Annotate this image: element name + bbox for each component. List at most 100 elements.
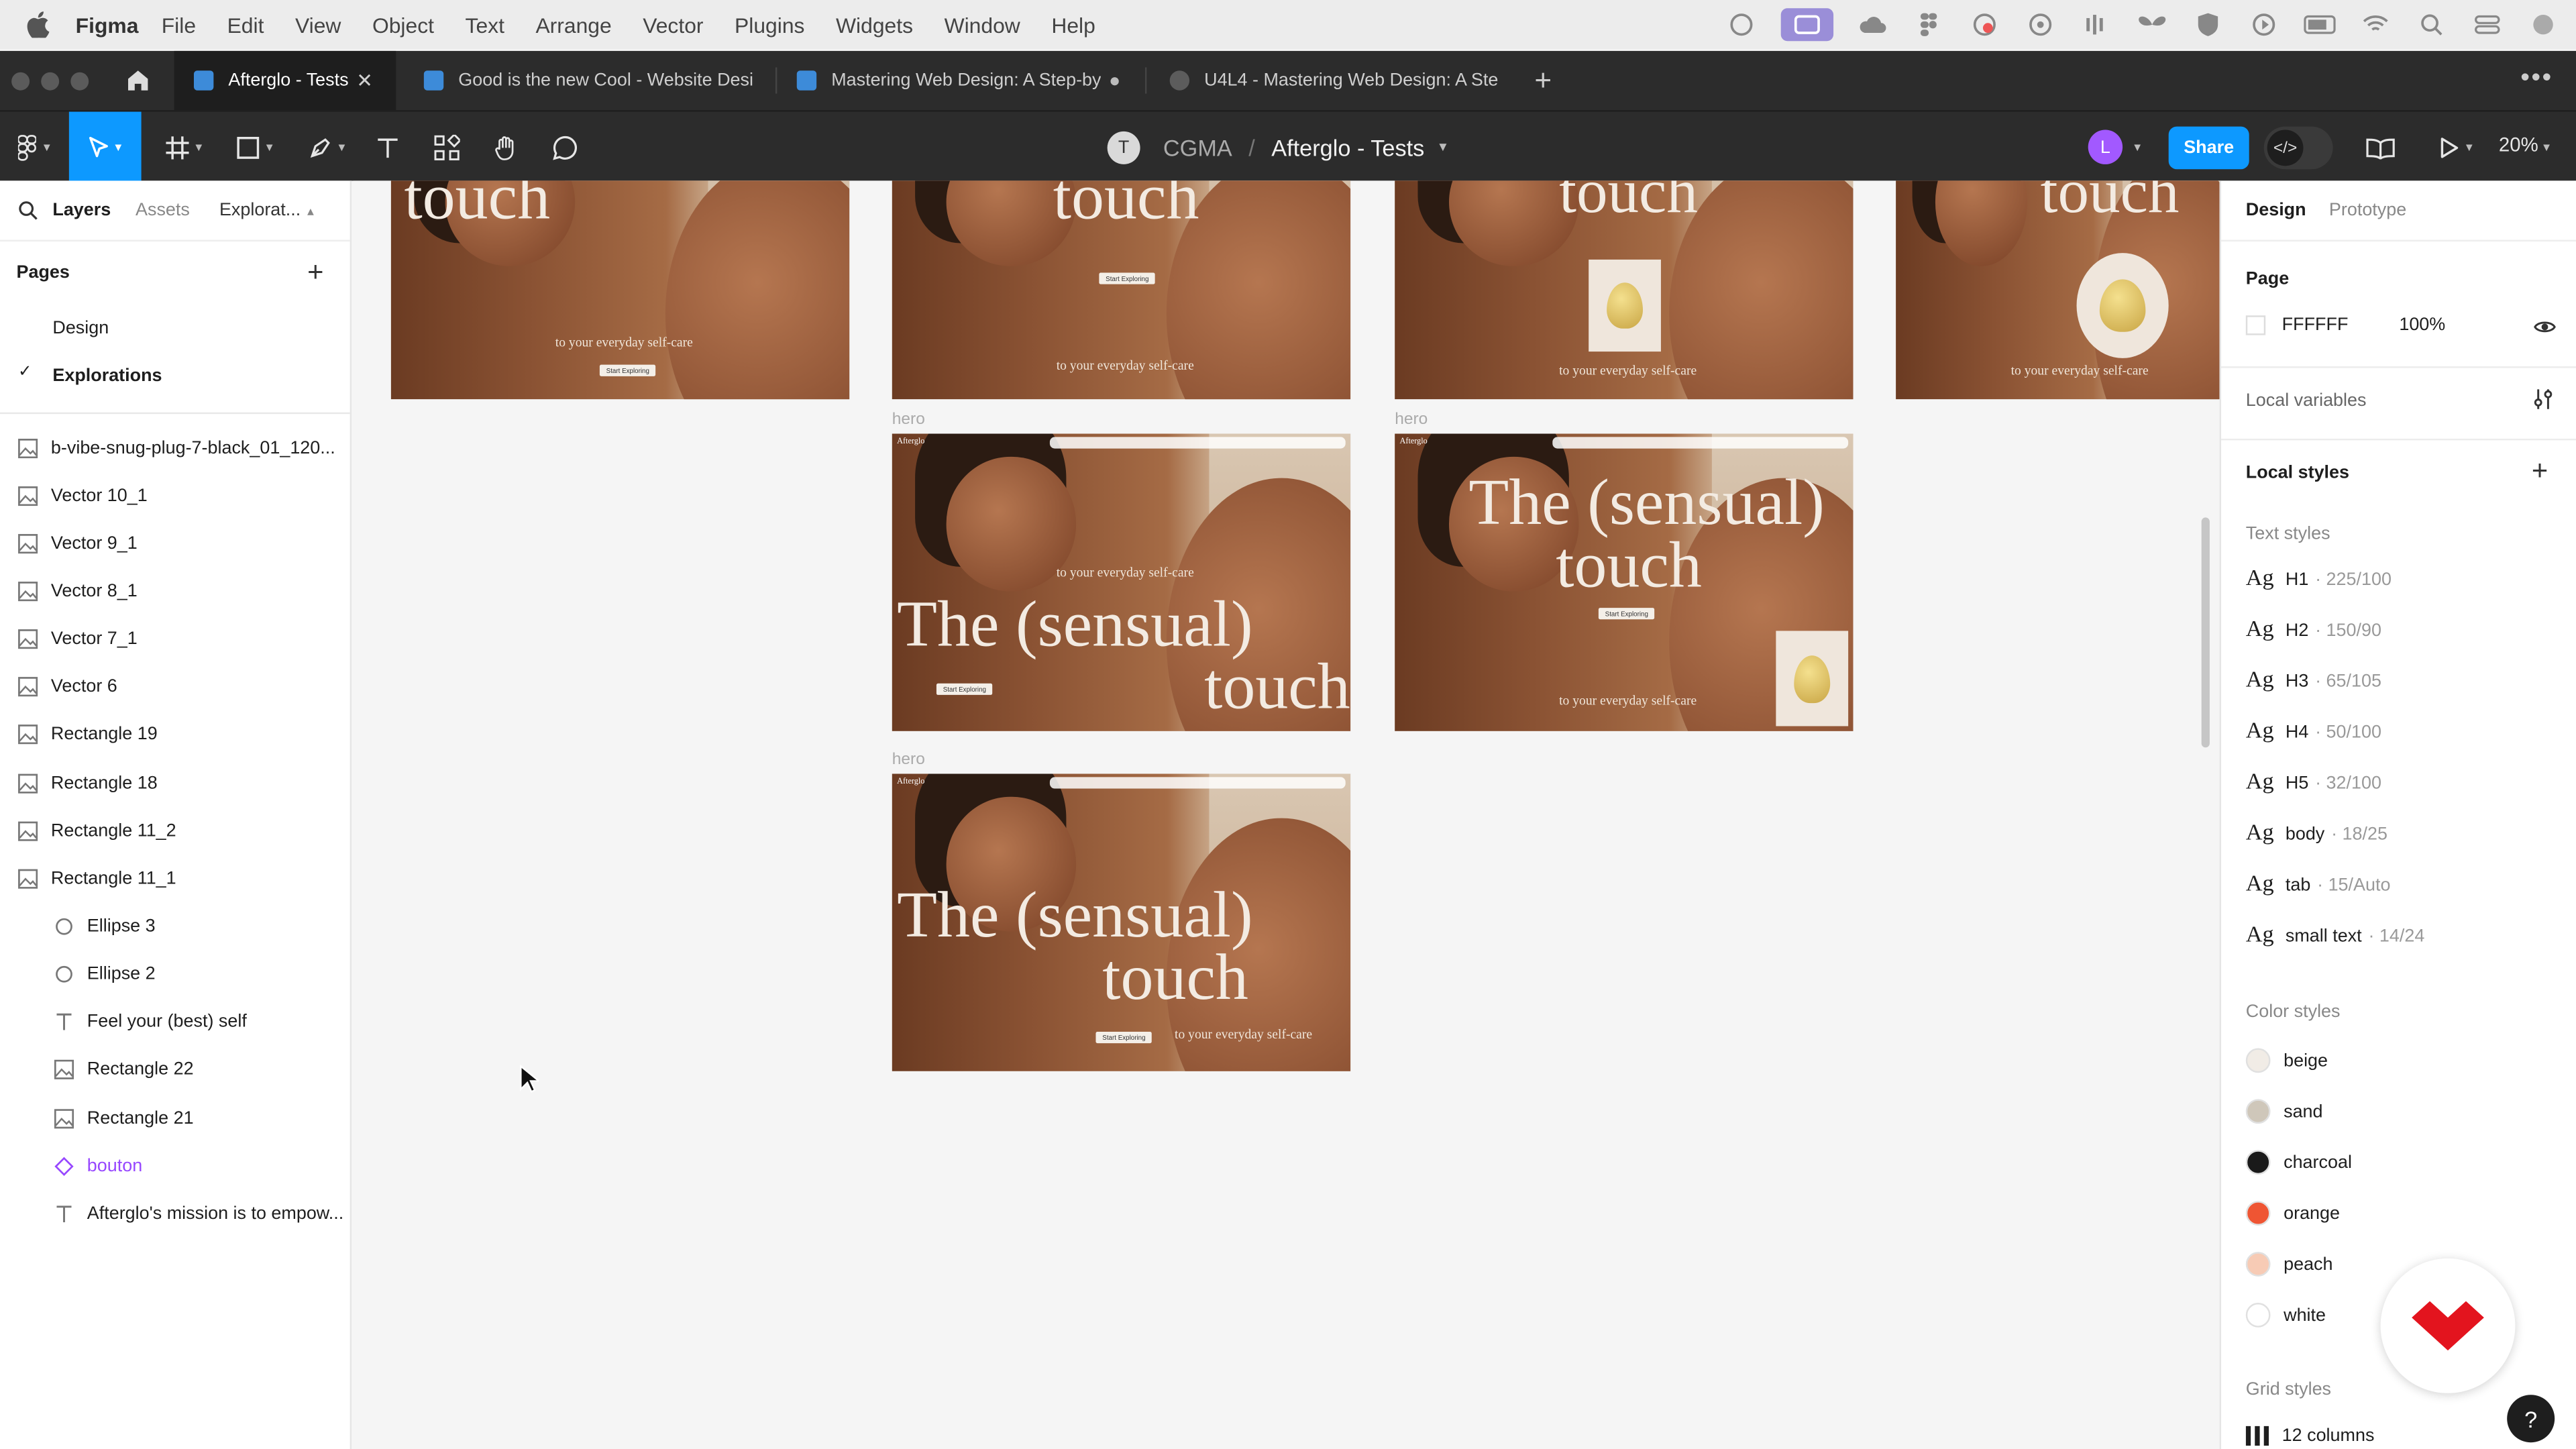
layer-item[interactable]: Vector 10_1 [0, 472, 350, 519]
layer-item[interactable]: Rectangle 11_2 [0, 807, 350, 855]
battery-icon[interactable] [2303, 11, 2336, 38]
canvas-scrollbar[interactable] [2201, 517, 2210, 748]
hero-frame[interactable]: Afterglo The (sensual) touch to your everyd… [892, 773, 1351, 1071]
text-style-item[interactable]: Ag tab · 15/Auto [2246, 872, 2391, 898]
layer-item[interactable]: Vector 8_1 [0, 568, 350, 615]
frame-name-label[interactable]: hero [892, 751, 925, 769]
text-style-item[interactable]: Ag H4 · 50/100 [2246, 720, 2381, 746]
audio-icon[interactable] [2080, 11, 2112, 38]
design-canvas[interactable]: The (sensual)touchto your everyday self-… [353, 180, 2220, 1449]
wifi-icon[interactable] [2359, 11, 2392, 38]
minimize-window-button[interactable] [41, 71, 60, 90]
main-menu-button[interactable]: ▾ [10, 112, 59, 182]
layer-item[interactable]: Feel your (best) self [0, 998, 350, 1046]
vpn-icon[interactable] [2024, 11, 2057, 38]
zoom-window-button[interactable] [70, 71, 89, 90]
play-icon[interactable] [2247, 11, 2280, 38]
move-tool[interactable]: ▾ [68, 111, 142, 182]
siri-icon[interactable] [2527, 11, 2560, 38]
page-background-row[interactable]: FFFFFF 100% [2245, 315, 2445, 335]
color-style-item[interactable]: charcoal [2245, 1150, 2352, 1175]
shape-tool[interactable]: ▾ [228, 112, 280, 182]
layer-item[interactable]: Vector 7_1 [0, 615, 350, 663]
layer-item[interactable]: Vector 6 [0, 663, 350, 711]
layer-item[interactable]: Vector 9_1 [0, 520, 350, 568]
menu-window[interactable]: Window [945, 12, 1020, 37]
team-name[interactable]: CGMA [1163, 134, 1232, 160]
layer-item[interactable]: Rectangle 11_1 [0, 855, 350, 902]
frame-name-label[interactable]: hero [892, 411, 925, 429]
library-button[interactable] [2364, 112, 2397, 182]
page-opacity[interactable]: 100% [2399, 315, 2445, 335]
frame-name-label[interactable]: hero [1395, 411, 1428, 429]
color-style-item[interactable]: sand [2245, 1099, 2323, 1124]
layer-item[interactable]: Rectangle 18 [0, 759, 350, 806]
text-style-item[interactable]: Ag body · 18/25 [2246, 822, 2387, 848]
color-style-item[interactable]: orange [2245, 1201, 2340, 1226]
butterfly-icon[interactable] [2136, 11, 2169, 38]
hero-frame[interactable]: The (sensual)touchto your everyday self-… [892, 180, 1351, 400]
menu-edit[interactable]: Edit [227, 12, 264, 37]
menu-widgets[interactable]: Widgets [836, 12, 913, 37]
more-dots-icon[interactable]: ••• [2520, 64, 2553, 94]
hero-frame[interactable]: Afterglo The (sensual) touch to your everyd… [1395, 433, 1854, 731]
frame-tool[interactable]: ▾ [158, 112, 210, 182]
layer-item[interactable]: bouton [0, 1142, 350, 1189]
close-window-button[interactable] [11, 71, 30, 90]
screen-share-icon[interactable] [1780, 8, 1834, 42]
present-button[interactable]: ▾ [2432, 112, 2481, 182]
add-style-plus-icon[interactable]: + [2532, 455, 2548, 488]
menu-view[interactable]: View [295, 12, 341, 37]
menu-arrange[interactable]: Arrange [535, 12, 611, 37]
hero-frame[interactable]: The (sensual)touchto your everyday self-… [1395, 180, 1854, 400]
file-name[interactable]: Afterglo - Tests [1271, 134, 1424, 160]
add-page-plus-icon[interactable]: + [307, 256, 323, 289]
hand-tool[interactable] [490, 112, 523, 182]
page-color-hex[interactable]: FFFFFF [2282, 315, 2349, 335]
menu-help[interactable]: Help [1051, 12, 1095, 37]
sync-icon[interactable] [1968, 11, 2001, 38]
pen-tool[interactable]: ▾ [301, 112, 353, 182]
layer-item[interactable]: Ellipse 3 [0, 902, 350, 950]
user-avatar[interactable]: L [2088, 129, 2123, 164]
resources-tool[interactable] [431, 112, 464, 182]
eye-visibility-icon[interactable] [2533, 319, 2556, 335]
menu-object[interactable]: Object [372, 12, 434, 37]
color-style-item[interactable]: white [2245, 1303, 2326, 1328]
comment-tool[interactable] [549, 112, 582, 182]
grid-style-item[interactable]: 12 columns [2245, 1426, 2374, 1446]
hero-frame[interactable]: The (sensual)touchto your everyday self-… [1896, 180, 2220, 400]
layer-item[interactable]: Ellipse 2 [0, 951, 350, 998]
control-center-icon[interactable] [2471, 11, 2504, 38]
menu-plugins[interactable]: Plugins [735, 12, 804, 37]
app-menu[interactable]: Figma [76, 12, 139, 37]
page-switcher[interactable]: Explorat... ▴ [219, 201, 314, 220]
apple-icon[interactable] [26, 11, 50, 38]
tab-design[interactable]: Design [2246, 201, 2306, 220]
tab-assets[interactable]: Assets [136, 201, 190, 220]
cloud-icon[interactable] [1856, 11, 1889, 38]
text-style-item[interactable]: Ag small text · 14/24 [2246, 923, 2425, 949]
text-style-item[interactable]: Ag H1 · 225/100 [2246, 567, 2392, 593]
layer-item[interactable]: Rectangle 21 [0, 1094, 350, 1142]
figma-status-icon[interactable] [1913, 11, 1945, 38]
tab-layers[interactable]: Layers [52, 201, 111, 220]
menu-file[interactable]: File [162, 12, 196, 37]
spotlight-search-icon[interactable] [2415, 11, 2448, 38]
layer-item[interactable]: b-vibe-snug-plug-7-black_01_120... [0, 424, 350, 472]
home-icon[interactable] [125, 67, 151, 93]
text-style-item[interactable]: Ag H3 · 65/105 [2246, 669, 2381, 695]
text-style-item[interactable]: Ag H2 · 150/90 [2246, 618, 2381, 644]
tab-afterglo-tests[interactable]: Afterglo - Tests ✕ [174, 50, 396, 111]
close-tab-icon[interactable]: ✕ [356, 69, 373, 92]
chevron-down-icon[interactable]: ▾ [1439, 138, 1446, 156]
menu-vector[interactable]: Vector [643, 12, 703, 37]
search-icon[interactable] [18, 201, 38, 220]
new-tab-plus-icon[interactable]: + [1534, 64, 1552, 99]
share-button[interactable]: Share [2168, 126, 2249, 170]
tab-u4l4-mastering-web-design[interactable]: U4L4 - Mastering Web Design: A Ste [1150, 51, 1515, 110]
menu-text[interactable]: Text [466, 12, 504, 37]
plugin-widget-button[interactable] [2380, 1258, 2516, 1393]
layer-item[interactable]: Rectangle 19 [0, 711, 350, 759]
color-style-item[interactable]: peach [2245, 1252, 2333, 1277]
